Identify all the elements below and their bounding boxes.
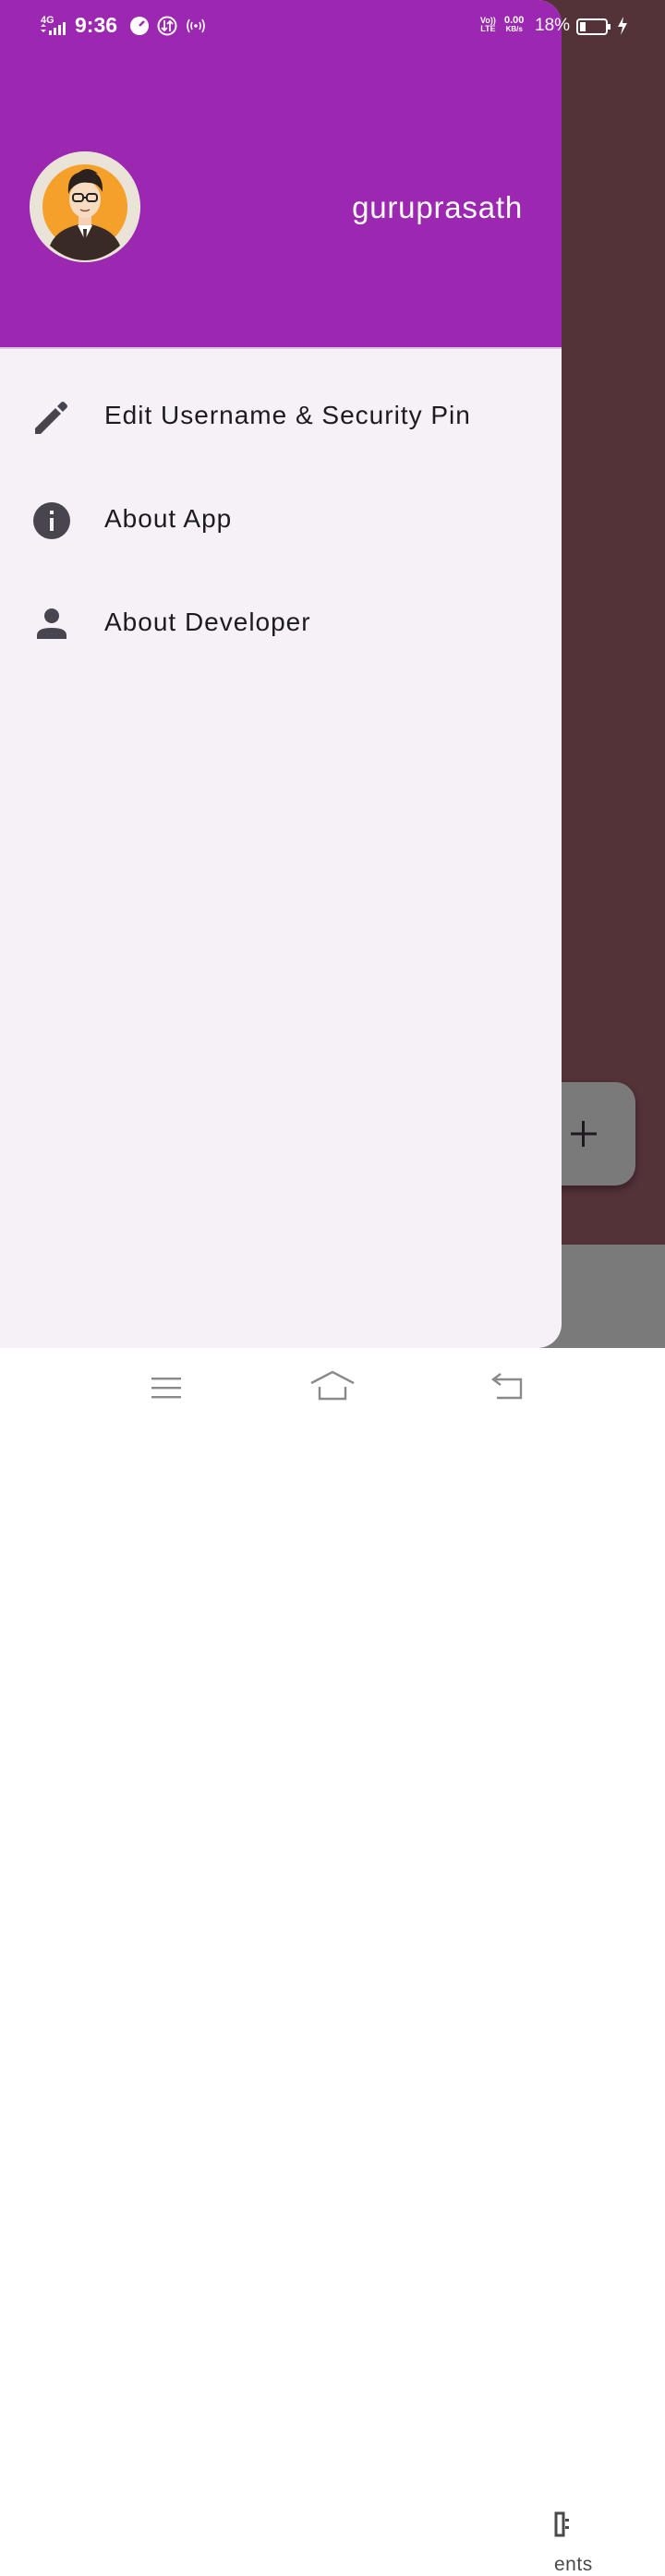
battery-percent: 18% [535, 16, 571, 35]
bottom-nav-label: ents [554, 2554, 593, 2575]
home-icon[interactable] [309, 1370, 356, 1403]
pencil-icon [35, 402, 67, 434]
speed-unit: KB/s [505, 25, 523, 33]
back-icon[interactable] [490, 1372, 526, 1402]
volte-bottom: LTE [480, 24, 496, 33]
menu-item-label: About App [104, 504, 233, 533]
signal-icon: 4G [39, 13, 70, 42]
info-icon [33, 502, 70, 539]
person-icon [37, 608, 66, 639]
speedometer-icon [129, 16, 150, 41]
user-avatar[interactable] [30, 151, 140, 262]
menu-item-about-developer[interactable]: About Developer [0, 576, 562, 668]
menu-icon[interactable] [150, 1374, 183, 1402]
clock: 9:36 [75, 13, 118, 37]
system-navigation-bar [0, 1348, 665, 1426]
volte-indicator: Vo)) LTE [480, 17, 496, 33]
menu-item-about-app[interactable]: About App [0, 473, 562, 565]
battery-icon [576, 18, 611, 41]
header-divider [0, 347, 562, 349]
menu-item-edit-username-pin[interactable]: Edit Username & Security Pin [0, 369, 562, 462]
menu-item-label: About Developer [104, 608, 311, 636]
charging-icon [617, 17, 628, 40]
status-bar: 4G 9:36 Vo)) LTE 0.00 KB/s 18% [0, 0, 665, 54]
hotspot-icon [185, 17, 207, 40]
navigation-drawer: guruprasath Edit Username & Security Pin… [0, 0, 562, 1348]
svg-text:4G: 4G [41, 15, 54, 26]
nav-item-icon [554, 2511, 569, 2537]
developer-avatar-icon [30, 151, 140, 262]
drawer-username: guruprasath [352, 190, 523, 224]
data-saver-icon [157, 16, 177, 41]
plus-icon [571, 1121, 597, 1147]
network-speed: 0.00 KB/s [504, 16, 524, 34]
menu-item-label: Edit Username & Security Pin [104, 401, 471, 429]
speed-value: 0.00 [504, 15, 525, 26]
